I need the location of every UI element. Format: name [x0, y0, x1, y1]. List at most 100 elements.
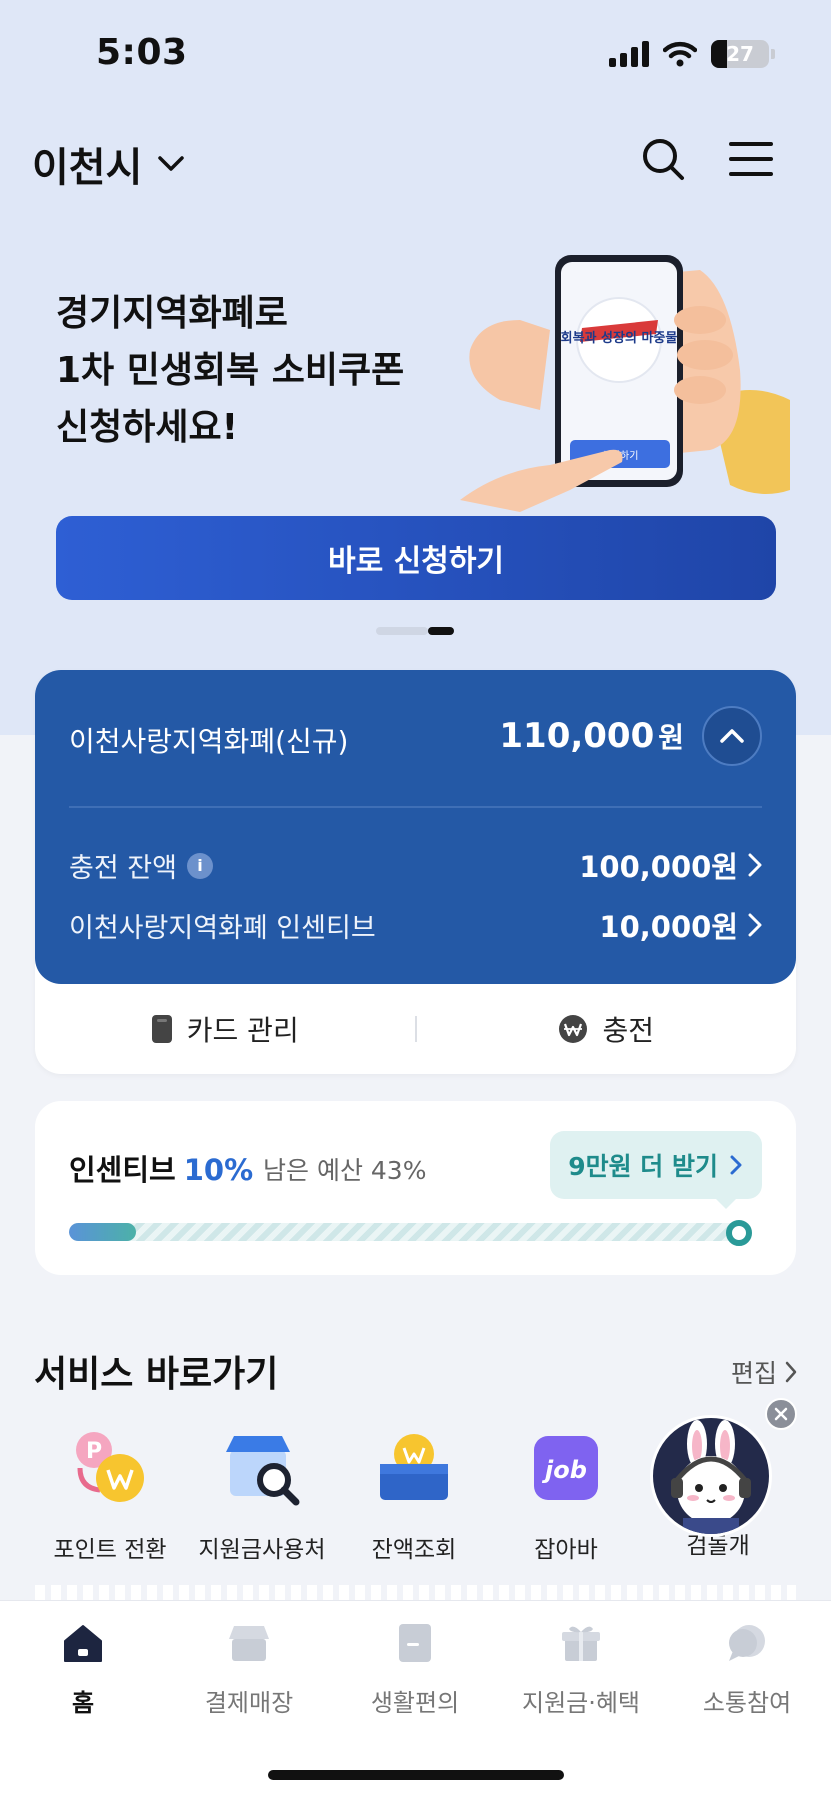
card-actions: 카드 관리 충전: [35, 984, 796, 1074]
nav-stores[interactable]: 결제매장: [166, 1621, 332, 1718]
nav-label: 소통참여: [702, 1689, 792, 1717]
battery-icon: 27: [711, 40, 769, 68]
incentive-title-text: 인센티브: [69, 1153, 176, 1187]
services-title: 서비스 바로가기: [34, 1354, 279, 1395]
chevron-right-icon: [785, 1361, 797, 1383]
menu-button[interactable]: [727, 135, 775, 183]
phone-screen-title: 회복과 성장의 마중물: [561, 330, 678, 346]
banner-title: 경기지역화폐로 1차 민생회복 소비쿠폰 신청하세요!: [56, 285, 404, 456]
nav-convenience[interactable]: 생활편의: [332, 1621, 498, 1718]
home-icon: [64, 1625, 102, 1662]
store-icon: [229, 1626, 269, 1661]
incentive-balance-amount: 10,000원: [599, 910, 738, 944]
job-icon: job: [534, 1436, 598, 1500]
charge-balance-text: 충전 잔액: [69, 853, 177, 884]
collapse-button[interactable]: [702, 706, 762, 766]
nav-label: 결제매장: [204, 1689, 294, 1717]
incentive-balance-label: 이천사랑지역화폐 인센티브: [69, 906, 376, 945]
service-balance-check[interactable]: 잔액조회: [339, 1428, 489, 1564]
nav-label: 생활편의: [370, 1689, 460, 1717]
progress-end-marker: [726, 1220, 752, 1246]
store-search-icon: [226, 1436, 300, 1506]
pager-dot: [376, 627, 428, 635]
card-icon: [151, 1015, 172, 1043]
get-more-button[interactable]: 9만원 더 받기: [550, 1131, 762, 1209]
banner-title-line: 경기지역화폐로: [56, 293, 288, 334]
service-label: 잔액조회: [371, 1537, 457, 1563]
incentive-progress-fill: [69, 1223, 137, 1241]
card-manage-label: 카드 관리: [186, 1014, 299, 1047]
nav-label: 지원금·혜택: [521, 1689, 641, 1717]
card-total-amount: 110,000: [499, 716, 655, 756]
incentive-percent: 10%: [183, 1153, 254, 1187]
city-selector[interactable]: 이천시: [32, 135, 186, 193]
home-indicator: [268, 1770, 564, 1780]
services-edit-button[interactable]: 편집: [731, 1354, 797, 1390]
incentive-balance-value[interactable]: 10,000원: [599, 904, 762, 946]
charge-balance-amount: 100,000원: [579, 850, 738, 884]
battery-tip: [771, 49, 775, 59]
service-label: 지원금사용처: [198, 1537, 326, 1563]
chatbot-close-button[interactable]: [765, 1398, 797, 1430]
incentive-balance-text: 이천사랑지역화폐 인센티브: [69, 913, 376, 944]
pager-dot-active: [428, 627, 454, 635]
chevron-down-icon: [158, 156, 185, 171]
banner-title-line: 신청하세요!: [56, 407, 239, 448]
card-manage-button[interactable]: 카드 관리: [35, 1009, 415, 1049]
charge-balance-value[interactable]: 100,000원: [579, 844, 762, 886]
chevron-right-icon: [748, 913, 762, 937]
apply-now-button[interactable]: 바로 신청하기: [56, 516, 776, 600]
remaining-budget: 남은 예산 43%: [263, 1156, 427, 1185]
incentive-card: 인센티브 10% 남은 예산 43% 9만원 더 받기: [35, 1101, 796, 1275]
phone-hand-illustration: 회복과 성장의 마중물 신청하기: [460, 255, 790, 512]
service-store-search[interactable]: 지원금사용처: [187, 1428, 337, 1564]
service-point-convert[interactable]: P 포인트 전환: [35, 1428, 185, 1564]
svg-text:P: P: [86, 1439, 102, 1464]
battery-level: 27: [726, 42, 754, 66]
card-total: 110,000 원: [499, 716, 684, 756]
nav-label: 홈: [71, 1689, 95, 1717]
info-icon[interactable]: i: [186, 852, 213, 879]
nav-community[interactable]: 소통참여: [664, 1621, 830, 1718]
chevron-right-icon: [748, 853, 762, 877]
won-coin-icon: [559, 1015, 588, 1043]
chevron-up-icon: [720, 729, 744, 743]
status-icons: 27: [609, 40, 775, 68]
card-divider: [69, 806, 762, 808]
header-actions: [639, 135, 775, 183]
card-total-unit: 원: [658, 721, 684, 754]
service-label: 포인트 전환: [53, 1537, 167, 1563]
chatbot-button[interactable]: [650, 1415, 772, 1537]
charge-button[interactable]: 충전: [417, 1009, 797, 1049]
close-icon: [774, 1407, 788, 1421]
svg-text:job: job: [541, 1456, 587, 1484]
card-name: 이천사랑지역화폐(신규): [69, 725, 349, 758]
hamburger-menu-icon: [729, 142, 773, 176]
service-jobaba[interactable]: job 잡아바: [491, 1428, 641, 1564]
charge-label: 충전: [602, 1014, 655, 1047]
status-time: 5:03: [96, 32, 188, 73]
document-icon: [399, 1624, 431, 1662]
banner-pager: [376, 627, 454, 635]
chevron-right-icon: [730, 1155, 742, 1175]
cellular-signal-icon: [609, 41, 649, 67]
city-label: 이천시: [32, 145, 143, 191]
incentive-title: 인센티브 10%: [69, 1147, 253, 1189]
nav-home[interactable]: 홈: [0, 1621, 166, 1718]
service-label: 잡아바: [534, 1537, 598, 1563]
wallet-icon: [380, 1434, 448, 1500]
get-more-label: 9만원 더 받기: [568, 1152, 718, 1181]
chat-icon: [729, 1625, 765, 1661]
wifi-icon: [663, 41, 697, 67]
balance-summary: 이천사랑지역화폐(신규) 110,000 원 충전 잔액 i 100,000원 이…: [35, 670, 796, 984]
point-convert-icon: P: [76, 1432, 144, 1502]
nav-benefits[interactable]: 지원금·혜택: [498, 1621, 664, 1718]
search-icon: [643, 139, 684, 180]
balance-card: 이천사랑지역화폐(신규) 110,000 원 충전 잔액 i 100,000원 이…: [35, 670, 796, 1074]
charge-balance-label: 충전 잔액 i: [69, 846, 213, 885]
services-edit-label: 편집: [730, 1359, 777, 1388]
search-button[interactable]: [639, 135, 687, 183]
incentive-progress-track: [69, 1223, 742, 1241]
gift-icon: [562, 1626, 600, 1661]
bunny-mascot-icon: [671, 1420, 751, 1534]
